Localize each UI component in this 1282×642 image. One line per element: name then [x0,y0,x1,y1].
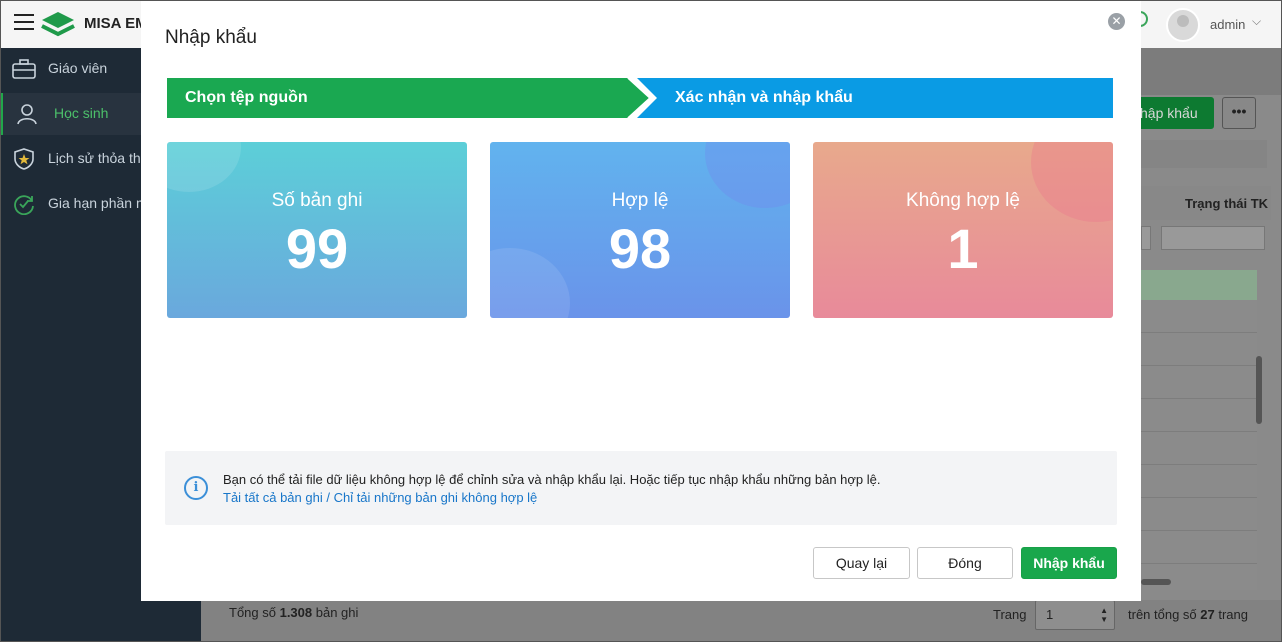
user-name[interactable]: admin [1210,17,1245,32]
brand-name: MISA EM [84,15,148,32]
column-filter-input[interactable] [1161,226,1265,250]
chevron-down-icon[interactable]: ⌵ [1252,14,1261,29]
card-value: 98 [608,217,672,280]
column-filter-input[interactable] [1141,226,1151,250]
vertical-scrollbar[interactable] [1256,356,1262,424]
steps-arrow-bar [167,78,1113,118]
info-box: i Bạn có thể tải file dữ liệu không hợp … [165,451,1117,525]
close-button[interactable]: Đóng [917,547,1013,579]
background-import-button[interactable]: hập khẩu [1136,97,1214,129]
misa-logo-icon [41,12,75,37]
filter-bar [1141,140,1267,168]
shield-star-icon [14,148,34,170]
refresh-check-icon [14,195,34,215]
card-label: Số bản ghi [271,190,363,211]
pagination-footer [201,600,1282,642]
step-choose-source: Chọn tệp nguồn [185,89,308,106]
back-button[interactable]: Quay lại [813,547,910,579]
page-label: Trang [993,607,1027,622]
step-confirm-import: Xác nhận và nhập khẩu [675,89,853,106]
info-message: Bạn có thể tải file dữ liệu không hợp lệ… [223,472,881,487]
import-steps: Chọn tệp nguồn Xác nhận và nhập khẩu [167,78,1113,118]
download-invalid-link[interactable]: Chỉ tải những bản ghi không hợp lệ [334,490,538,505]
info-icon: i [184,476,208,500]
hamburger-menu-icon[interactable] [14,14,34,32]
total-records: Tổng số 1.308 bản ghi [229,605,359,620]
dialog-title: Nhập khẩu [165,27,257,48]
invalid-records-card: Không hợp lệ 1 [813,142,1113,318]
spinner-arrows-icon[interactable]: ▲ ▼ [1100,606,1108,624]
student-icon [17,104,37,125]
total-records-card: Số bản ghi 99 [167,142,467,318]
horizontal-scrollbar[interactable] [1141,579,1171,585]
download-links: Tải tất cả bản ghi / Chỉ tải những bản g… [223,490,537,505]
column-header-account-status[interactable]: Trạng thái TK [1185,196,1268,211]
more-options-button[interactable]: ••• [1222,97,1256,129]
import-button[interactable]: Nhập khẩu [1021,547,1117,579]
total-pages: trên tổng số 27 trang [1128,607,1248,622]
briefcase-icon [12,59,36,79]
card-label: Hợp lệ [611,190,669,211]
table-rows[interactable] [1141,300,1257,590]
download-all-link[interactable]: Tải tất cả bản ghi [223,490,323,505]
card-value: 99 [285,217,349,280]
card-label: Không hợp lệ [906,190,1020,211]
card-value: 1 [947,217,979,280]
decor-circle [167,142,241,192]
import-dialog: Nhập khẩu ✕ Chọn tệp nguồn Xác nhận và n… [141,0,1141,601]
avatar[interactable] [1166,8,1200,42]
table-row[interactable] [1141,270,1257,300]
page-number-input[interactable]: 1 ▲ ▼ [1035,600,1115,630]
valid-records-card: Hợp lệ 98 [490,142,790,318]
close-icon[interactable]: ✕ [1108,13,1125,30]
link-separator: / [322,490,334,505]
